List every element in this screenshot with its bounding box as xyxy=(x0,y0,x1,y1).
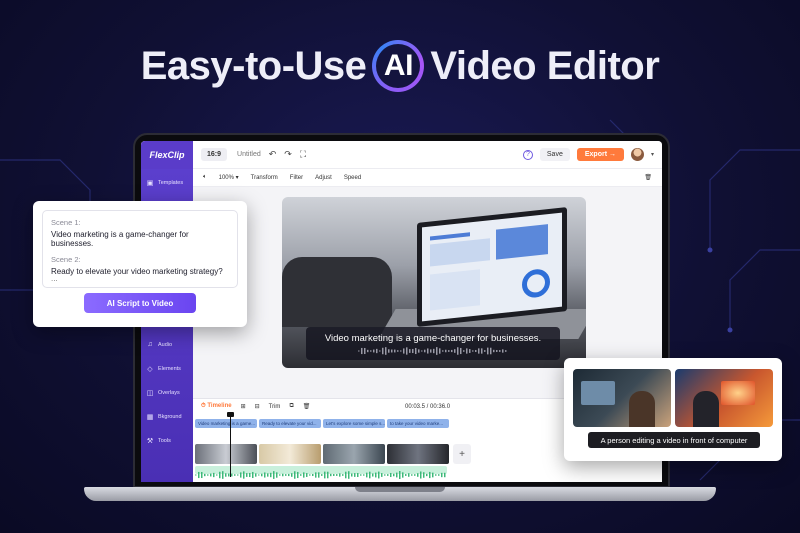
sidebar-item-label: Tools xyxy=(158,438,171,444)
scene-chip[interactable]: Video marketing is a game... xyxy=(195,419,257,428)
sidebar-item-overlays[interactable]: ◫ Overlays xyxy=(145,389,193,397)
laptop-screen-shape xyxy=(417,207,567,327)
more-ellipsis: ... xyxy=(51,274,58,283)
image-prompt-text[interactable]: A person editing a video in front of com… xyxy=(588,432,760,448)
save-button[interactable]: Save xyxy=(539,148,570,161)
timeline-tab[interactable]: ⏱ Timeline xyxy=(201,403,232,410)
flexclip-logo[interactable]: FlexClip xyxy=(141,141,193,169)
copy-icon[interactable]: ⧉ xyxy=(289,403,293,410)
templates-icon: ▣ xyxy=(146,180,154,187)
add-scene-icon[interactable]: ⊞ xyxy=(241,403,246,410)
export-button[interactable]: Export → xyxy=(576,148,624,161)
generated-image-thumbnail[interactable] xyxy=(675,369,773,427)
timeline-tab-label: Timeline xyxy=(207,403,232,409)
video-clip[interactable] xyxy=(387,444,449,464)
adjust-button[interactable]: Adjust xyxy=(315,175,332,181)
tools-icon: ⚒ xyxy=(146,438,154,445)
fullscreen-icon[interactable]: ⛶ xyxy=(300,149,306,160)
video-clip[interactable] xyxy=(323,444,385,464)
overlays-icon: ◫ xyxy=(146,390,154,397)
ai-image-card: A person editing a video in front of com… xyxy=(564,358,782,461)
scene-2-text: Ready to elevate your video marketing st… xyxy=(51,267,223,276)
sidebar-item-label: Audio xyxy=(158,341,173,348)
scene-chip[interactable]: to take your video marke... xyxy=(387,419,449,428)
scene-chip[interactable]: Let's explore some simple s... xyxy=(323,419,385,428)
speed-button[interactable]: Speed xyxy=(344,175,361,181)
timeline-header: ⏱ Timeline ⊞ ⊟ Trim ⧉ 🗑︎ xyxy=(201,403,310,410)
headline-text-after: Video Editor xyxy=(430,43,660,88)
editor-topbar: FlexClip 16:9 Untitled ↶ ↷ ⛶ ? Save Expo… xyxy=(141,141,662,169)
generated-image-thumbnail[interactable] xyxy=(573,369,671,427)
project-title[interactable]: Untitled xyxy=(237,151,261,158)
caption-box[interactable]: Video marketing is a game-changer for bu… xyxy=(306,327,560,360)
zoom-select[interactable]: 100% ▾ xyxy=(219,174,239,181)
audio-waveform-icon xyxy=(358,346,507,355)
elements-icon: ◇ xyxy=(147,366,153,373)
audio-icon: ♫ xyxy=(147,341,153,348)
undo-icon[interactable]: ↶ xyxy=(269,149,277,160)
video-preview[interactable]: Video marketing is a game-changer for bu… xyxy=(282,197,586,368)
split-icon[interactable]: ⊟ xyxy=(255,403,260,410)
ai-badge-label: AI xyxy=(376,44,421,88)
script-textarea[interactable]: Scene 1: Video marketing is a game-chang… xyxy=(42,210,238,288)
help-icon[interactable]: ? xyxy=(522,149,533,160)
filter-button[interactable]: Filter xyxy=(290,175,303,181)
sidebar-item-audio[interactable]: ♫ Audio xyxy=(145,341,193,348)
zoom-value: 100% xyxy=(218,175,234,181)
laptop-notch xyxy=(355,487,445,492)
sofa-shape xyxy=(282,257,392,327)
scene-chip[interactable]: Ready to elevate your vid... xyxy=(259,419,321,428)
scene-1-text: Video marketing is a game-changer for bu… xyxy=(51,230,189,248)
volume-icon[interactable]: 🔈︎ xyxy=(203,174,207,181)
clip-track xyxy=(195,444,449,464)
video-clip[interactable] xyxy=(259,444,321,464)
canvas-toolbar: 🔈︎ 100% ▾ Transform Filter Adjust Speed … xyxy=(193,169,662,187)
aspect-ratio-button[interactable]: 16:9 xyxy=(201,148,228,161)
playhead-line[interactable] xyxy=(230,415,231,477)
transform-button[interactable]: Transform xyxy=(251,175,278,181)
ai-script-to-video-button[interactable]: AI Script to Video xyxy=(84,293,196,313)
trim-button[interactable]: Trim xyxy=(269,404,281,410)
video-clip[interactable] xyxy=(195,444,257,464)
sidebar-item-tools[interactable]: ⚒ Tools xyxy=(145,437,193,445)
audio-track-waveform xyxy=(195,471,446,479)
sidebar-item-label: Overlays xyxy=(158,390,180,396)
sidebar-item-label: Templates xyxy=(158,180,184,186)
audio-track[interactable] xyxy=(195,466,447,479)
scene-track: Video marketing is a game... Ready to el… xyxy=(195,419,449,428)
ai-badge: AI xyxy=(372,40,425,92)
headline-text-before: Easy-to-Use xyxy=(140,43,367,88)
caption-text: Video marketing is a game-changer for bu… xyxy=(324,332,542,344)
sidebar-item-templates[interactable]: ▣ Templates xyxy=(145,179,193,187)
page-headline: Easy-to-Use AI Video Editor xyxy=(0,40,800,92)
user-avatar[interactable] xyxy=(630,148,644,161)
sidebar-item-background[interactable]: ▦ Bkground xyxy=(145,413,193,421)
sidebar-item-elements[interactable]: ◇ Elements xyxy=(145,365,193,373)
add-clip-button[interactable]: + xyxy=(453,444,471,464)
ai-script-card: Scene 1: Video marketing is a game-chang… xyxy=(33,201,247,327)
sidebar-item-label: Elements xyxy=(158,366,181,372)
background-icon: ▦ xyxy=(146,414,154,421)
sidebar-item-label: Bkground xyxy=(158,414,182,420)
redo-icon[interactable]: ↷ xyxy=(284,149,292,160)
timeline-time: 00:03.5 / 00:36.0 xyxy=(405,404,451,410)
delete-icon[interactable]: 🗑︎ xyxy=(303,403,311,410)
chevron-down-icon[interactable]: ▾ xyxy=(651,151,654,158)
scene-1-label: Scene 1: xyxy=(51,218,81,227)
scene-2-label: Scene 2: xyxy=(51,255,81,264)
trash-icon[interactable]: 🗑︎ xyxy=(644,174,652,181)
